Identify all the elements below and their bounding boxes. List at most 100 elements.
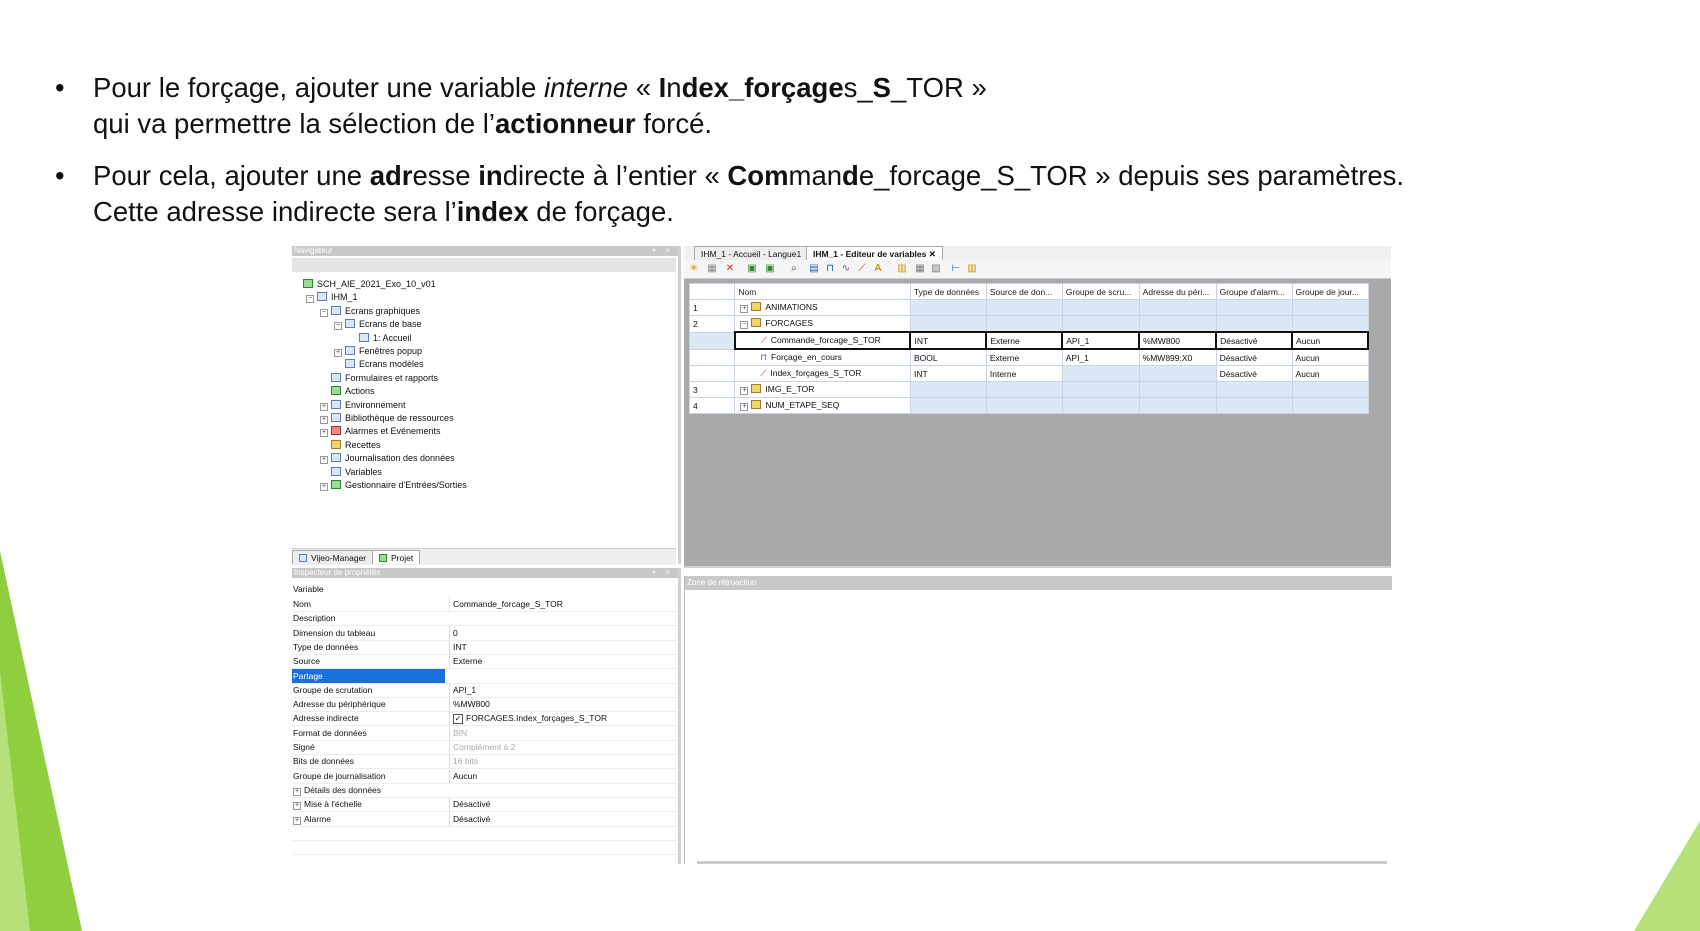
- property-row[interactable]: Source Externe: [292, 654, 678, 670]
- expand-toggle-icon[interactable]: +: [740, 387, 749, 395]
- property-value[interactable]: Externe: [449, 654, 678, 669]
- property-value[interactable]: Désactivé: [449, 811, 678, 826]
- variable-cell[interactable]: [1138, 365, 1217, 382]
- tab-accueil[interactable]: IHM_1 - Accueil - Langue1: [694, 246, 809, 260]
- expand-toggle-icon[interactable]: +: [293, 787, 301, 796]
- property-row[interactable]: Partage: [292, 668, 677, 684]
- tree-item[interactable]: Recettes: [320, 439, 381, 452]
- property-value[interactable]: 0: [449, 625, 678, 640]
- variable-cell[interactable]: [1138, 381, 1217, 398]
- variable-cell[interactable]: [1061, 315, 1140, 333]
- property-value[interactable]: Désactivé: [449, 797, 678, 812]
- variable-cell[interactable]: [1138, 397, 1217, 414]
- variable-cell[interactable]: [909, 299, 987, 316]
- column-header[interactable]: Nom: [734, 283, 911, 300]
- export-icon[interactable]: ▣: [764, 263, 776, 275]
- property-row[interactable]: Bits de données 16 bits: [292, 754, 677, 770]
- variable-cell[interactable]: [1291, 381, 1369, 398]
- variable-cell[interactable]: Aucun: [1291, 331, 1369, 350]
- tree-item[interactable]: 1: Accueil: [348, 332, 412, 345]
- property-value[interactable]: INT: [449, 639, 678, 654]
- variable-name-cell[interactable]: + ANIMATIONS: [734, 299, 911, 316]
- property-row[interactable]: + Alarme Désactivé: [292, 811, 678, 827]
- property-value[interactable]: Aucun: [449, 768, 678, 783]
- tree-item[interactable]: + Journalisation des données: [320, 452, 455, 465]
- tree-item[interactable]: Actions: [320, 385, 375, 398]
- property-value[interactable]: ✓ FORCAGES.Index_forçages_S_TOR: [449, 711, 678, 726]
- tab-vijeo-manager[interactable]: Vijeo-Manager: [292, 550, 374, 564]
- variable-cell[interactable]: [1061, 397, 1140, 414]
- property-value[interactable]: API_1: [449, 682, 678, 697]
- expand-toggle-icon[interactable]: −: [306, 295, 314, 304]
- variable-cell[interactable]: [909, 315, 987, 333]
- property-row[interactable]: + Mise à l'échelle Désactivé: [292, 797, 678, 813]
- variable-cell[interactable]: [1215, 315, 1293, 333]
- variable-cell[interactable]: Externe: [985, 331, 1064, 350]
- property-row[interactable]: Type de données INT: [292, 639, 678, 655]
- column-header[interactable]: Groupe de jour...: [1291, 283, 1369, 300]
- editor-splitter[interactable]: [684, 566, 1391, 568]
- column-header[interactable]: Groupe d'alarm...: [1215, 283, 1293, 300]
- variable-name-cell[interactable]: ⊓ Forçage_en_cours: [734, 348, 911, 366]
- table-row[interactable]: ⟋ Index_forçages_S_TOR INT Interne Désactivé…: [688, 365, 1369, 382]
- variable-name-cell[interactable]: + NUM_ETAPE_SEQ: [734, 397, 911, 414]
- tree-item[interactable]: + Environnement: [320, 399, 406, 412]
- table-view-icon[interactable]: ▥: [966, 263, 978, 275]
- variable-cell[interactable]: INT: [909, 365, 987, 382]
- tree-item[interactable]: + Gestionnaire d'Entrées/Sorties: [320, 479, 467, 492]
- tree-item[interactable]: + Fenêtres popup: [334, 345, 422, 358]
- variable-cell[interactable]: Désactivé: [1215, 348, 1293, 366]
- expand-toggle-icon[interactable]: +: [320, 402, 328, 411]
- column-header[interactable]: Source de don...: [985, 283, 1063, 300]
- property-row[interactable]: Groupe de scrutation API_1: [292, 682, 678, 698]
- tree-item[interactable]: − Ecrans graphiques: [320, 305, 420, 318]
- expand-toggle-icon[interactable]: −: [740, 321, 749, 329]
- filter-float-icon[interactable]: ⟋: [856, 263, 868, 275]
- tree-item[interactable]: + Alarmes et Evénements: [320, 425, 441, 438]
- variable-cell[interactable]: [909, 397, 987, 414]
- variable-cell[interactable]: [985, 299, 1063, 316]
- table-row[interactable]: ⟋ Commande_forcage_S_TOR INT Externe API_1 %M…: [688, 331, 1369, 350]
- expand-toggle-icon[interactable]: −: [320, 308, 328, 317]
- filter-bool-icon[interactable]: ⊓: [824, 263, 836, 275]
- tree-item[interactable]: SCH_AIE_2021_Exo_10_v01: [292, 278, 436, 291]
- variable-cell[interactable]: [1215, 381, 1293, 398]
- tree-item[interactable]: − IHM_1: [306, 291, 358, 304]
- import-icon[interactable]: ▣: [746, 263, 758, 275]
- property-row[interactable]: Adresse du périphérique %MW800: [292, 697, 677, 713]
- variable-cell[interactable]: [1215, 397, 1293, 414]
- property-row[interactable]: Signé Complément à 2: [292, 740, 677, 755]
- variable-cell[interactable]: [1061, 299, 1140, 316]
- variable-cell[interactable]: [985, 315, 1063, 333]
- expand-toggle-icon[interactable]: +: [320, 429, 328, 438]
- expand-toggle-icon[interactable]: +: [334, 349, 342, 357]
- tree-item[interactable]: − Ecrans de base: [334, 318, 422, 331]
- variable-cell[interactable]: [985, 381, 1063, 398]
- variable-cell[interactable]: INT: [909, 331, 988, 350]
- expand-toggle-icon[interactable]: +: [293, 802, 301, 811]
- delete-icon[interactable]: ✕: [724, 263, 736, 275]
- tree-item[interactable]: Variables: [320, 466, 382, 479]
- grid-icon[interactable]: ▦: [914, 263, 926, 275]
- variable-name-cell[interactable]: ⟋ Commande_forcage_S_TOR: [733, 331, 912, 350]
- new-group-icon[interactable]: ▦: [706, 263, 718, 275]
- variable-cell[interactable]: Désactivé: [1215, 331, 1294, 350]
- tab-variable-editor[interactable]: IHM_1 - Editeur de variables ✕: [806, 246, 943, 260]
- variable-name-cell[interactable]: − FORCAGES: [734, 315, 911, 333]
- variable-cell[interactable]: Interne: [985, 365, 1063, 382]
- filter-analog-icon[interactable]: ∿: [840, 263, 852, 275]
- close-tab-icon[interactable]: ✕: [929, 249, 936, 259]
- expand-toggle-icon[interactable]: +: [293, 816, 301, 825]
- expand-toggle-icon[interactable]: +: [320, 416, 328, 424]
- table-row[interactable]: 2− FORCAGES: [688, 315, 1369, 333]
- filter-int-icon[interactable]: ▤: [808, 263, 820, 275]
- expand-toggle-icon[interactable]: +: [740, 403, 749, 411]
- table-row[interactable]: 4 + NUM_ETAPE_SEQ: [688, 397, 1369, 414]
- variable-cell[interactable]: [1061, 381, 1140, 398]
- variable-cell[interactable]: Aucun: [1291, 365, 1369, 382]
- property-row[interactable]: Format de données BIN: [292, 725, 677, 741]
- variable-cell[interactable]: [1215, 299, 1293, 316]
- layout-icon[interactable]: ▧: [930, 263, 942, 275]
- variable-cell[interactable]: Aucun: [1291, 348, 1369, 366]
- property-value[interactable]: Commande_forcage_S_TOR: [449, 597, 678, 611]
